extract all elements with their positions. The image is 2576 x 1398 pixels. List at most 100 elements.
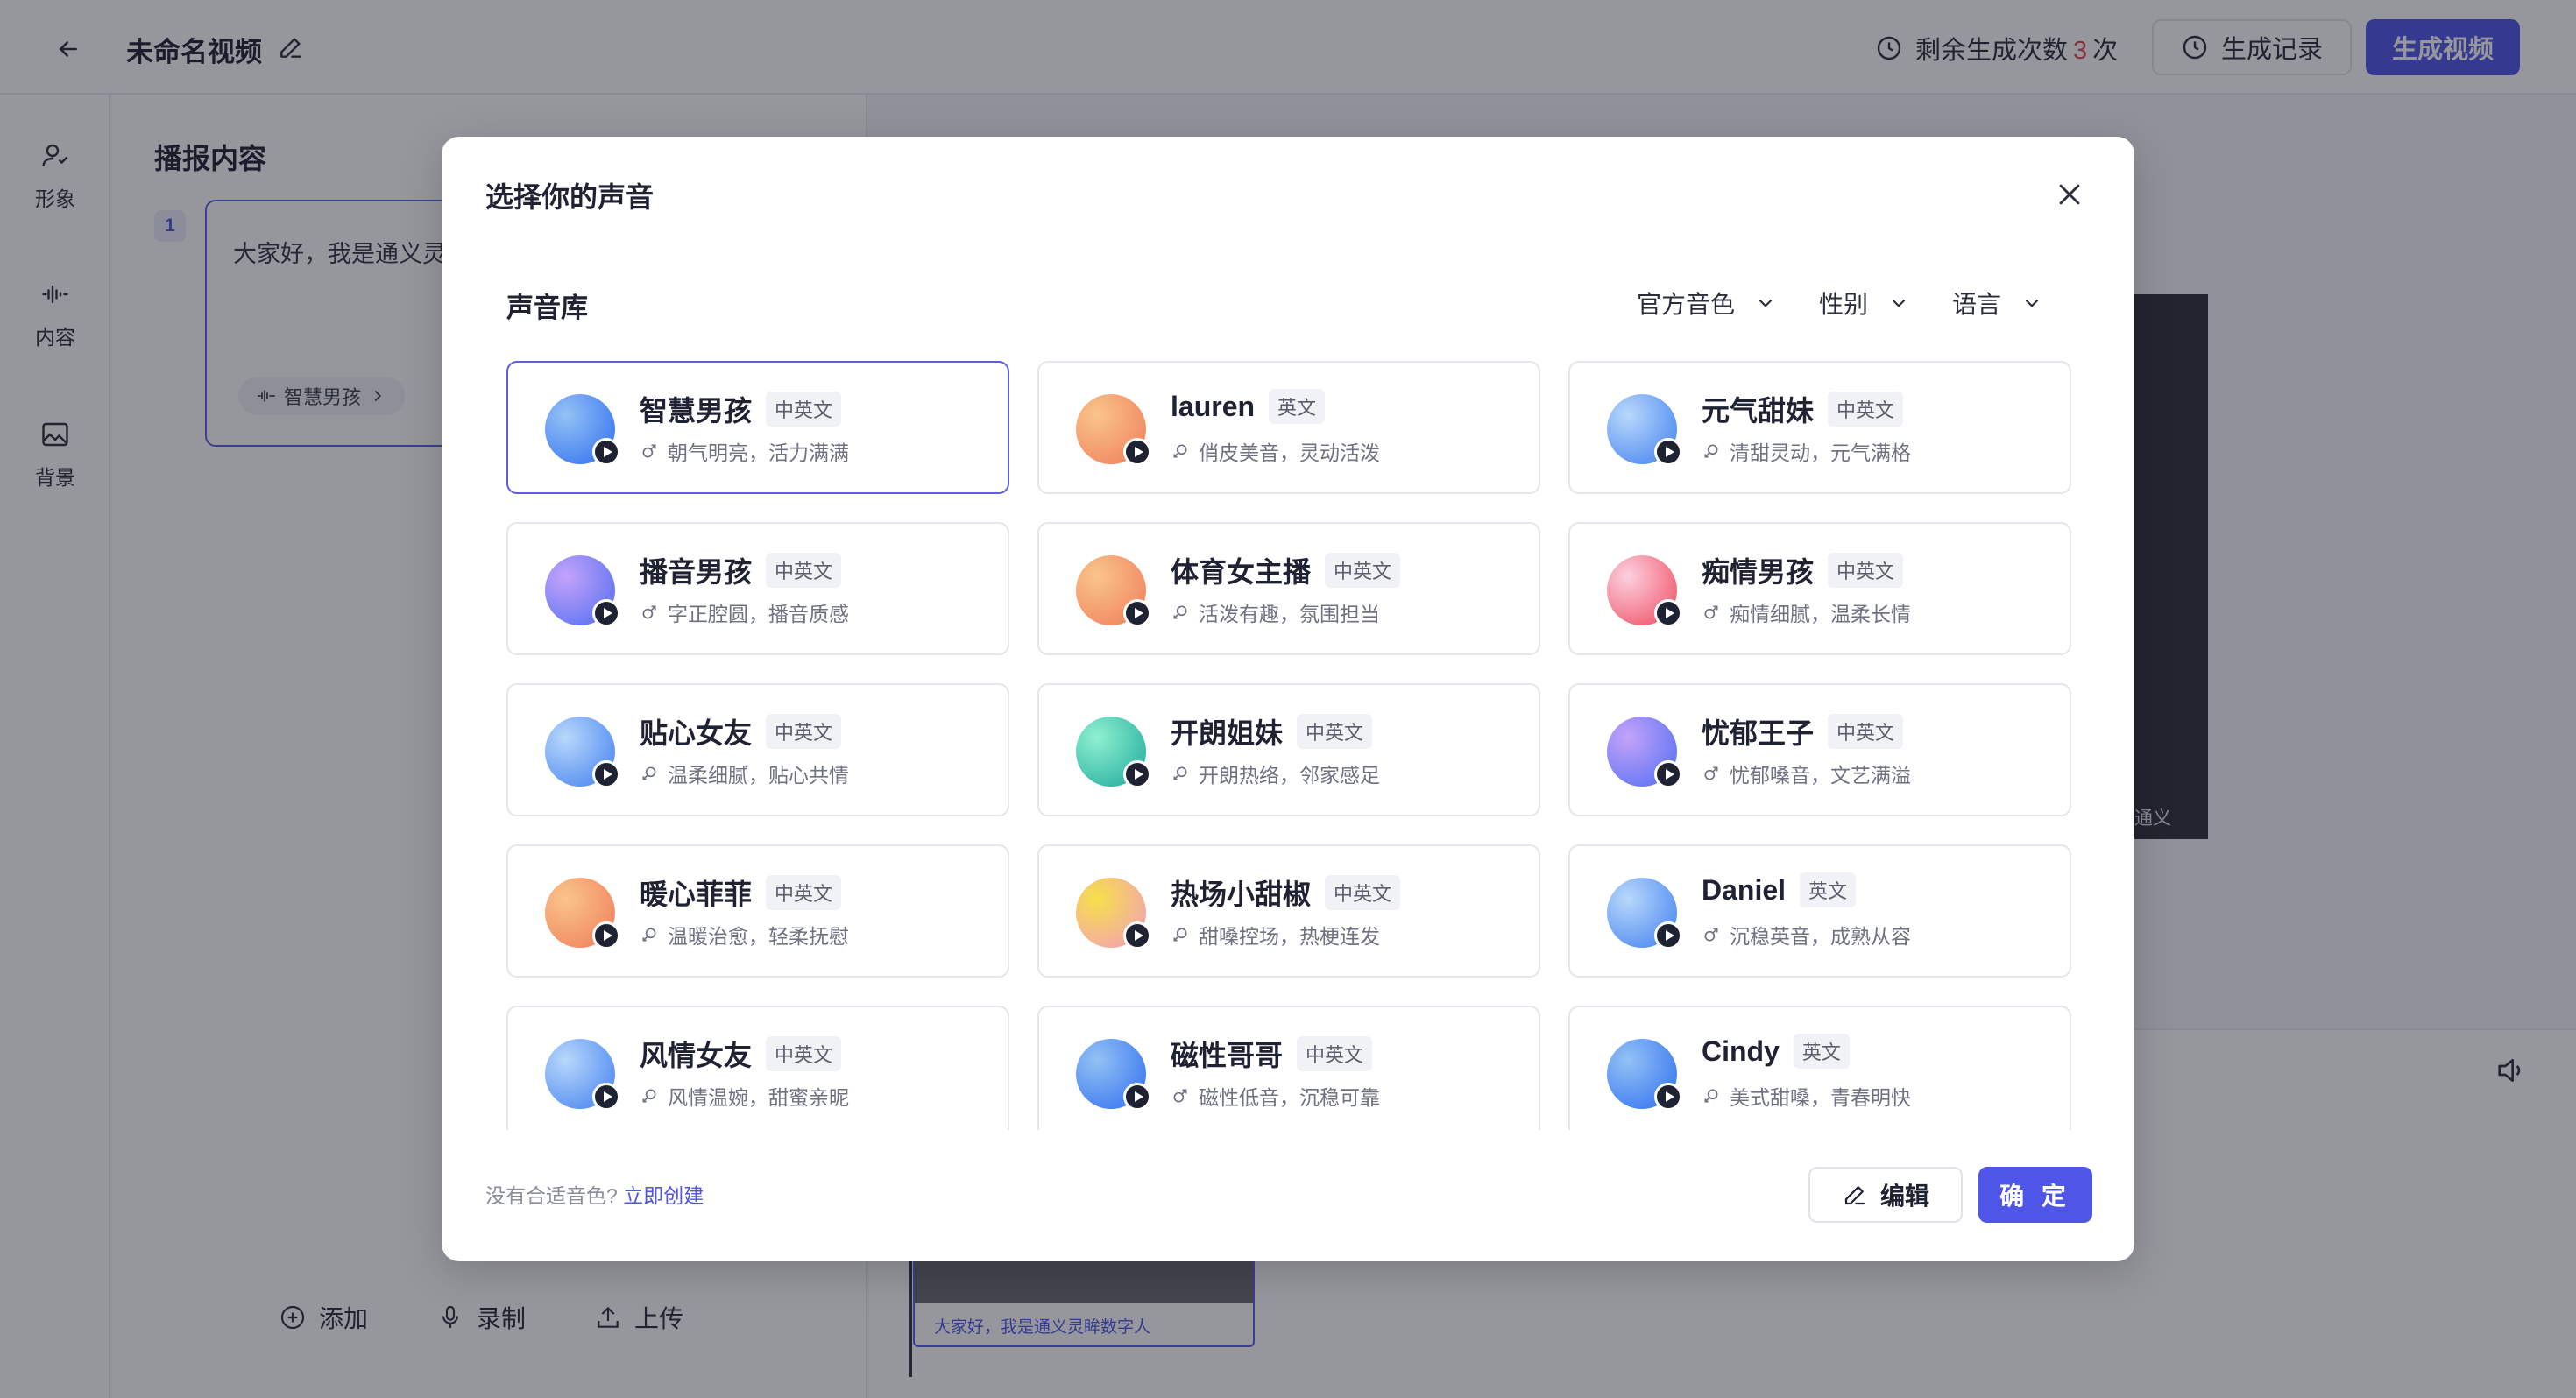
voice-description: 痴情细腻，温柔长情 <box>1730 603 1911 625</box>
filter-label: 性别 <box>1818 291 1868 318</box>
play-icon[interactable] <box>592 438 620 466</box>
play-icon[interactable] <box>1123 921 1151 950</box>
voice-description: 风情温婉，甜蜜亲昵 <box>668 1086 849 1109</box>
male-icon <box>640 603 659 622</box>
voice-language-tag: 中英文 <box>1828 553 1904 588</box>
male-icon <box>640 441 659 461</box>
voice-card[interactable]: 磁性哥哥 中英文 磁性低音，沉稳可靠 <box>1037 1006 1540 1130</box>
voice-name: 忧郁王子 <box>1702 717 1815 749</box>
voice-name: 元气甜妹 <box>1702 395 1815 427</box>
voice-card[interactable]: 暖心菲菲 中英文 温暖治愈，轻柔抚慰 <box>506 844 1009 978</box>
play-icon[interactable] <box>1654 438 1682 466</box>
voice-card[interactable]: Daniel 英文 沉稳英音，成熟从容 <box>1568 844 2071 978</box>
voice-card[interactable]: Cindy 英文 美式甜嗓，青春明快 <box>1568 1006 2071 1130</box>
voice-language-tag: 中英文 <box>1325 875 1401 910</box>
voice-name: 贴心女友 <box>640 717 753 749</box>
create-voice-link[interactable]: 立即创建 <box>623 1184 704 1207</box>
voice-card[interactable]: 智慧男孩 中英文 朝气明亮，活力满满 <box>506 361 1009 494</box>
pencil-icon <box>1844 1186 1865 1205</box>
voice-card[interactable]: 播音男孩 中英文 字正腔圆，播音质感 <box>506 522 1009 655</box>
play-icon[interactable] <box>1123 1083 1151 1111</box>
voice-language-tag: 中英文 <box>1325 553 1401 588</box>
play-icon[interactable] <box>592 921 620 950</box>
voice-card[interactable]: 开朗姐妹 中英文 开朗热络，邻家感足 <box>1037 683 1540 816</box>
voice-list[interactable]: 智慧男孩 中英文 朝气明亮，活力满满 lauren 英文 俏皮美音，灵动活泼 元… <box>506 361 2071 1130</box>
voice-card[interactable]: 风情女友 中英文 风情温婉，甜蜜亲昵 <box>506 1006 1009 1130</box>
voice-name: Daniel <box>1702 873 1787 906</box>
filter-label: 官方音色 <box>1636 291 1735 318</box>
male-icon <box>1171 1086 1190 1105</box>
voice-card[interactable]: 痴情男孩 中英文 痴情细腻，温柔长情 <box>1568 522 2071 655</box>
edit-button[interactable]: 编辑 <box>1808 1167 1963 1223</box>
voice-name: 播音男孩 <box>640 556 753 588</box>
edit-label: 编辑 <box>1879 1183 1929 1210</box>
voice-card[interactable]: 忧郁王子 中英文 忧郁嗓音，文艺满溢 <box>1568 683 2071 816</box>
chevron-down-icon <box>1759 299 1773 307</box>
play-icon[interactable] <box>1123 760 1151 788</box>
voice-language-tag: 中英文 <box>766 1036 842 1071</box>
voice-name: 体育女主播 <box>1171 556 1312 588</box>
play-icon[interactable] <box>1654 921 1682 950</box>
female-icon <box>1171 603 1190 622</box>
voice-language-tag: 中英文 <box>1828 392 1904 427</box>
voice-description: 清甜灵动，元气满格 <box>1730 441 1911 464</box>
voice-card[interactable]: 元气甜妹 中英文 清甜灵动，元气满格 <box>1568 361 2071 494</box>
voice-card[interactable]: 热场小甜椒 中英文 甜嗓控场，热梗连发 <box>1037 844 1540 978</box>
male-icon <box>1702 925 1721 944</box>
female-icon <box>640 925 659 944</box>
voice-select-dialog: 选择你的声音 声音库 官方音色 性别 语言 智慧男孩 中英文 朝气明亮，活力满满 <box>442 137 2134 1261</box>
play-icon[interactable] <box>592 599 620 627</box>
voice-language-tag: 英文 <box>1800 872 1857 907</box>
filter-bar: 官方音色 性别 语言 <box>1637 286 2043 321</box>
voice-language-tag: 英文 <box>1793 1034 1850 1069</box>
filter-label: 语言 <box>1951 291 2001 318</box>
filter-gender[interactable]: 性别 <box>1819 286 1910 321</box>
voice-language-tag: 中英文 <box>1297 1036 1373 1071</box>
voice-description: 忧郁嗓音，文艺满溢 <box>1730 764 1911 787</box>
voice-description: 美式甜嗓，青春明快 <box>1730 1086 1911 1109</box>
chevron-down-icon <box>2025 299 2039 307</box>
voice-language-tag: 中英文 <box>766 553 842 588</box>
voice-name: 开朗姐妹 <box>1171 717 1284 749</box>
filter-official-voice[interactable]: 官方音色 <box>1637 286 1777 321</box>
play-icon[interactable] <box>1123 438 1151 466</box>
filter-language[interactable]: 语言 <box>1952 286 2043 321</box>
chevron-down-icon <box>1892 299 1906 307</box>
voice-card[interactable]: 体育女主播 中英文 活泼有趣，氛围担当 <box>1037 522 1540 655</box>
confirm-button[interactable]: 确 定 <box>1978 1167 2092 1223</box>
female-icon <box>1702 441 1721 461</box>
footer-note: 没有合适音色? 立即创建 <box>485 1179 704 1209</box>
play-icon[interactable] <box>1654 760 1682 788</box>
voice-description: 活泼有趣，氛围担当 <box>1199 603 1380 625</box>
close-icon <box>2059 184 2080 205</box>
voice-name: Cindy <box>1702 1034 1780 1067</box>
voice-grid: 智慧男孩 中英文 朝气明亮，活力满满 lauren 英文 俏皮美音，灵动活泼 元… <box>506 361 2071 1130</box>
play-icon[interactable] <box>1654 599 1682 627</box>
voice-description: 朝气明亮，活力满满 <box>668 441 849 464</box>
voice-name: 磁性哥哥 <box>1171 1040 1284 1071</box>
voice-name: 热场小甜椒 <box>1171 879 1312 910</box>
voice-library-title: 声音库 <box>506 293 588 323</box>
voice-card[interactable]: lauren 英文 俏皮美音，灵动活泼 <box>1037 361 1540 494</box>
voice-name: 痴情男孩 <box>1702 556 1815 588</box>
voice-name: 风情女友 <box>640 1040 753 1071</box>
voice-language-tag: 中英文 <box>766 875 842 910</box>
footer-note-text: 没有合适音色? <box>485 1184 618 1207</box>
male-icon <box>1702 603 1721 622</box>
voice-card[interactable]: 贴心女友 中英文 温柔细腻，贴心共情 <box>506 683 1009 816</box>
voice-description: 字正腔圆，播音质感 <box>668 603 849 625</box>
play-icon[interactable] <box>1654 1083 1682 1111</box>
play-icon[interactable] <box>1123 599 1151 627</box>
voice-description: 甜嗓控场，热梗连发 <box>1199 925 1380 948</box>
voice-name: lauren <box>1171 390 1256 422</box>
female-icon <box>640 1086 659 1105</box>
play-icon[interactable] <box>592 1083 620 1111</box>
voice-language-tag: 中英文 <box>766 714 842 749</box>
close-button[interactable] <box>2052 177 2087 212</box>
voice-description: 开朗热络，邻家感足 <box>1199 764 1380 787</box>
play-icon[interactable] <box>592 760 620 788</box>
voice-language-tag: 英文 <box>1269 389 1326 424</box>
voice-description: 沉稳英音，成熟从容 <box>1730 925 1911 948</box>
voice-name: 暖心菲菲 <box>640 879 753 910</box>
voice-language-tag: 中英文 <box>766 392 842 427</box>
